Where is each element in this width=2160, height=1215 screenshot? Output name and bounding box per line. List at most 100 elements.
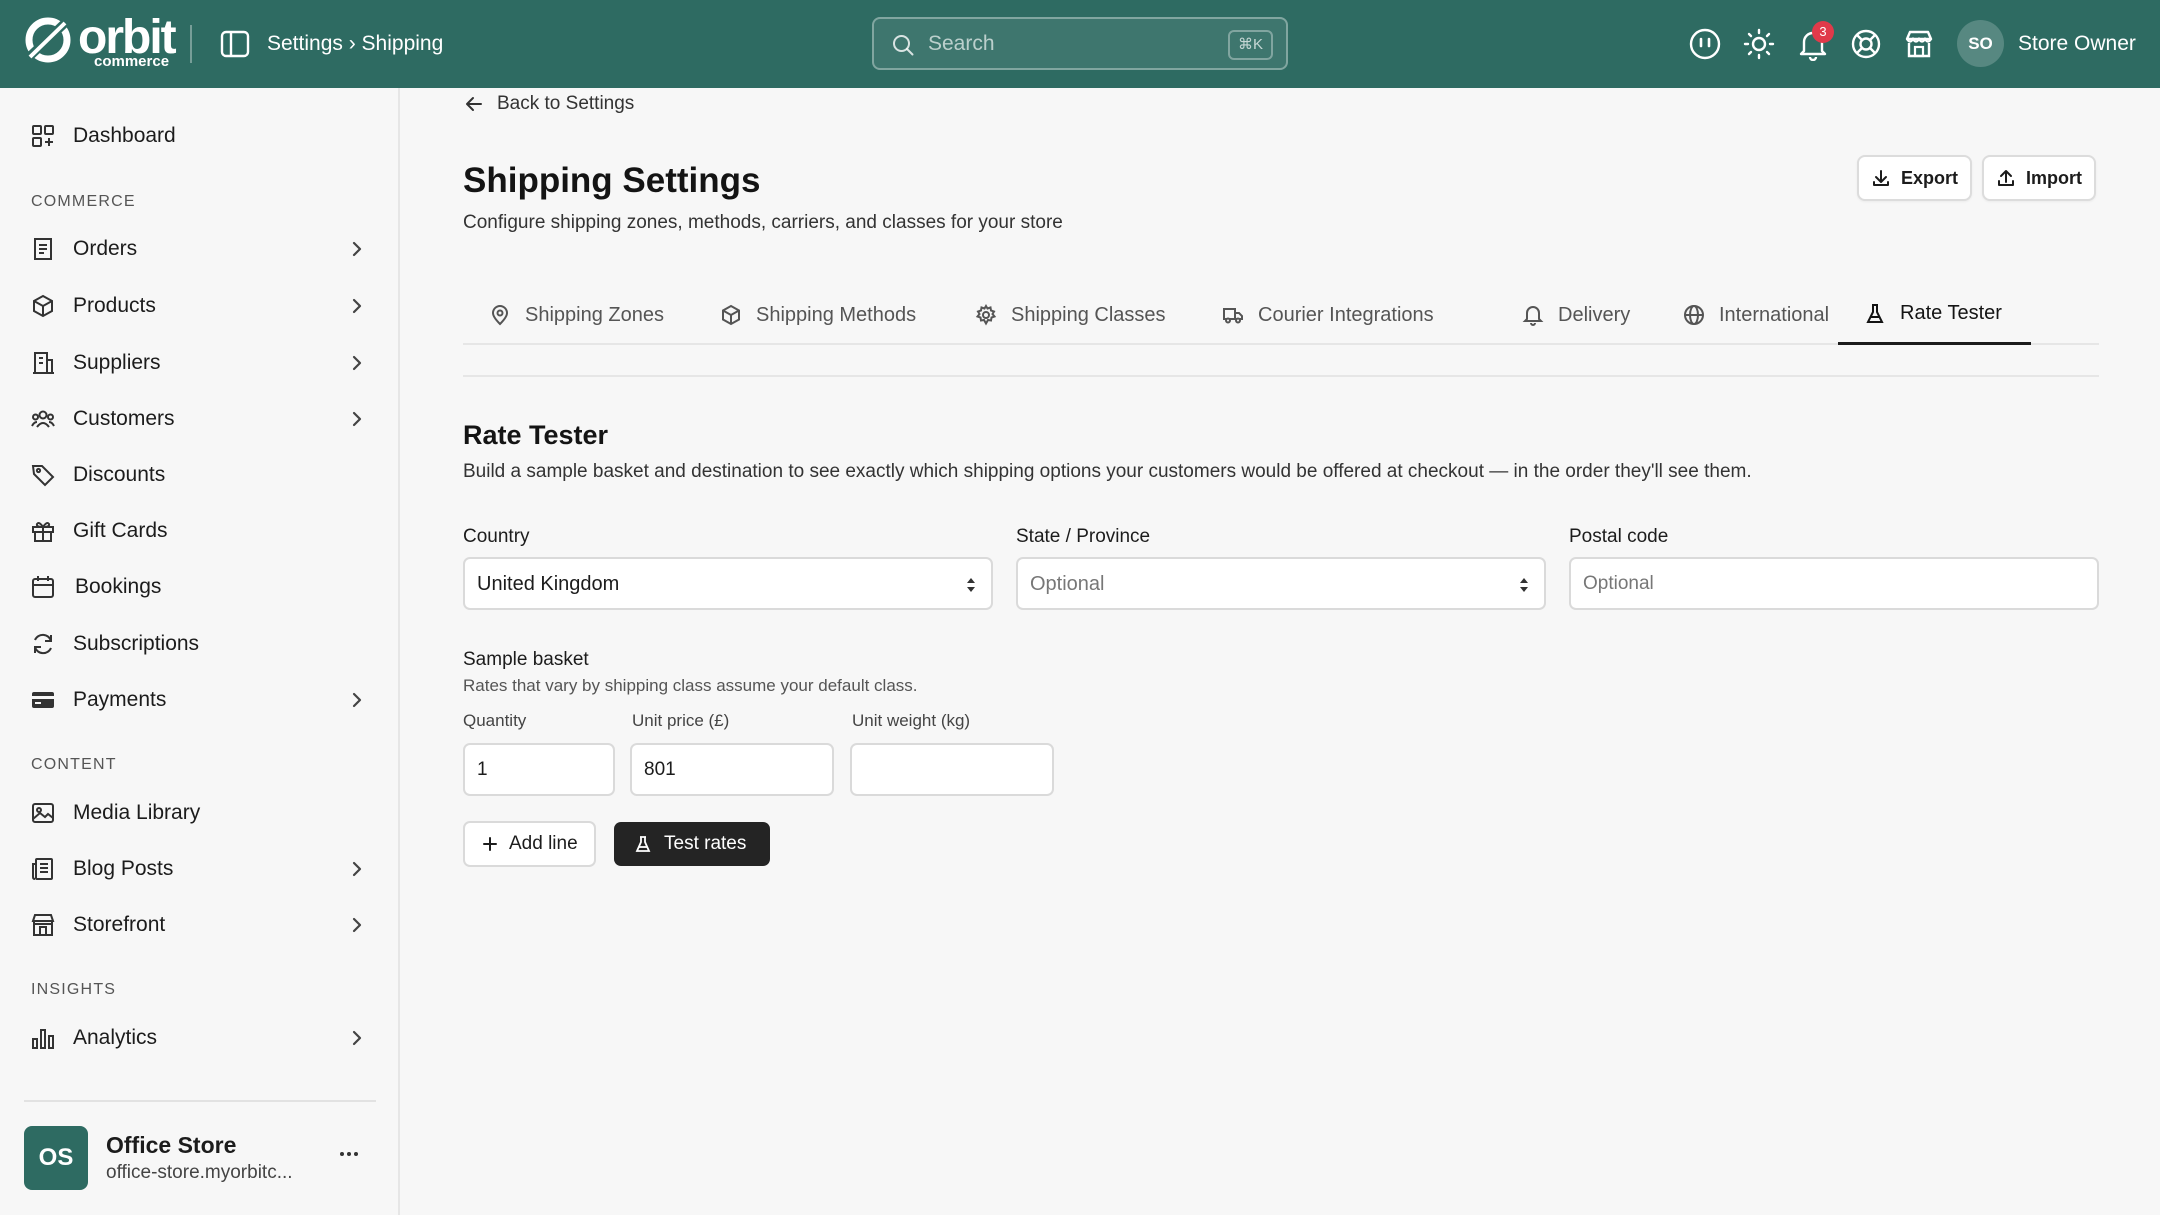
sidebar-item-bookings[interactable]: Bookings [0, 562, 398, 612]
sidebar-item-label: Discounts [73, 463, 166, 486]
country-select[interactable]: United Kingdom [463, 557, 993, 610]
sidebar-item-storefront[interactable]: Storefront [0, 900, 398, 950]
sidebar-item-label: Gift Cards [73, 519, 168, 542]
bar-chart-icon [32, 1029, 54, 1049]
package-icon [722, 304, 740, 326]
nav-section-content: CONTENT [31, 756, 117, 773]
chevron-right-icon [352, 298, 362, 314]
store-name[interactable]: Office Store [106, 1131, 236, 1159]
sidebar-item-gift-cards[interactable]: Gift Cards [0, 506, 398, 556]
search-box[interactable]: Search ⌘K [872, 17, 1288, 70]
search-icon [893, 35, 914, 56]
users-icon [31, 410, 55, 428]
sidebar-item-label: Storefront [73, 913, 166, 936]
brand-sub: commerce [94, 53, 170, 70]
sidebar-item-products[interactable]: Products [0, 281, 398, 331]
sample-basket-help: Rates that vary by shipping class assume… [463, 676, 918, 695]
tab-label: Rate Tester [1900, 302, 2002, 324]
test-rates-label: Test rates [664, 833, 747, 854]
sidebar-item-orders[interactable]: Orders [0, 224, 398, 274]
tab-shipping-classes[interactable]: Shipping Classes [949, 285, 1192, 345]
breadcrumb: Settings › Shipping [267, 32, 444, 55]
sidebar-item-analytics[interactable]: Analytics [0, 1013, 398, 1063]
export-label: Export [1901, 167, 1959, 188]
add-line-label: Add line [509, 833, 578, 854]
sidebar-item-suppliers[interactable]: Suppliers [0, 338, 398, 388]
add-line-button[interactable]: Add line [463, 821, 596, 867]
help-lifebuoy-icon[interactable] [1849, 27, 1883, 61]
more-horizontal-icon[interactable] [338, 1143, 360, 1165]
calendar-icon [32, 576, 54, 598]
orbit-logo-icon [24, 17, 71, 63]
search-placeholder: Search [928, 32, 995, 55]
quantity-input[interactable] [463, 743, 615, 796]
sidebar-item-label: Payments [73, 688, 167, 711]
tab-international[interactable]: International [1657, 285, 1855, 345]
nav-section-commerce: COMMERCE [31, 193, 136, 210]
tab-label: Courier Integrations [1258, 303, 1434, 326]
store-avatar[interactable]: OS [24, 1126, 88, 1190]
tab-label: Shipping Methods [756, 303, 917, 326]
gift-icon [32, 522, 54, 542]
sidebar-item-dashboard[interactable]: Dashboard [0, 111, 398, 161]
sidebar-item-blog-posts[interactable]: Blog Posts [0, 844, 398, 894]
sun-icon[interactable] [1742, 27, 1776, 61]
unit-weight-input[interactable] [850, 743, 1054, 796]
tab-delivery[interactable]: Delivery [1496, 285, 1656, 345]
page-title: Shipping Settings [463, 161, 761, 200]
sidebar-item-subscriptions[interactable]: Subscriptions [0, 619, 398, 669]
user-name[interactable]: Store Owner [2018, 30, 2136, 58]
sidebar-item-label: Orders [73, 237, 138, 260]
state-select[interactable]: Optional [1016, 557, 1546, 610]
arrow-left-icon [466, 97, 482, 111]
brand-logo[interactable]: orbit commerce [22, 12, 177, 70]
newspaper-icon [32, 858, 53, 880]
page-subtitle: Configure shipping zones, methods, carri… [463, 212, 1063, 233]
nav-section-insights: INSIGHTS [31, 981, 117, 998]
tab-shipping-methods[interactable]: Shipping Methods [694, 285, 942, 345]
map-pin-icon [491, 305, 509, 326]
sidebar-item-discounts[interactable]: Discounts [0, 450, 398, 500]
test-rates-button[interactable]: Test rates [614, 822, 770, 866]
state-placeholder: Optional [1030, 573, 1105, 595]
storefront-icon[interactable] [1902, 27, 1936, 61]
tab-courier-integrations[interactable]: Courier Integrations [1196, 285, 1460, 345]
back-to-settings-link[interactable]: Back to Settings [463, 89, 634, 119]
sidebar-item-label: Products [73, 294, 156, 317]
tab-rate-tester[interactable]: Rate Tester [1838, 285, 2031, 345]
credit-card-icon [32, 692, 54, 708]
country-value: United Kingdom [477, 573, 620, 595]
export-button[interactable]: Export [1857, 155, 1973, 201]
store-icon [31, 914, 55, 936]
settings-tabs: Shipping Zones Shipping Methods Shipping… [463, 285, 2099, 345]
download-icon [1873, 170, 1889, 186]
tab-shipping-zones[interactable]: Shipping Zones [463, 285, 690, 345]
unit-price-label: Unit price (£) [632, 711, 730, 730]
import-button[interactable]: Import [1982, 155, 2096, 201]
sidebar-item-customers[interactable]: Customers [0, 394, 398, 444]
plus-icon [483, 837, 497, 851]
sidebar-toggle-icon[interactable] [220, 30, 250, 58]
truck-icon [1223, 308, 1243, 324]
sidebar-item-label: Dashboard [73, 124, 176, 147]
store-url: office-store.myorbitc... [106, 1162, 293, 1183]
image-icon [32, 803, 54, 823]
rate-tester-description: Build a sample basket and destination to… [463, 461, 1752, 482]
upload-icon [1998, 170, 2014, 186]
assistant-icon[interactable] [1688, 27, 1722, 61]
store-divider [24, 1100, 376, 1102]
rate-tester-title: Rate Tester [463, 420, 609, 450]
globe-icon [1684, 305, 1704, 325]
sidebar-item-payments[interactable]: Payments [0, 675, 398, 725]
chevron-right-icon [352, 692, 362, 708]
postal-code-input[interactable] [1569, 557, 2099, 610]
chevron-right-icon [352, 917, 362, 933]
user-avatar[interactable]: SO [1957, 20, 2004, 67]
sidebar-item-media-library[interactable]: Media Library [0, 788, 398, 838]
sidebar-item-label: Bookings [75, 575, 162, 598]
chevron-right-icon [352, 241, 362, 257]
sidebar: Dashboard COMMERCE Orders Products Suppl… [0, 88, 400, 1215]
sample-basket-title: Sample basket [463, 649, 589, 670]
unit-price-input[interactable] [630, 743, 834, 796]
state-label: State / Province [1016, 526, 1151, 547]
